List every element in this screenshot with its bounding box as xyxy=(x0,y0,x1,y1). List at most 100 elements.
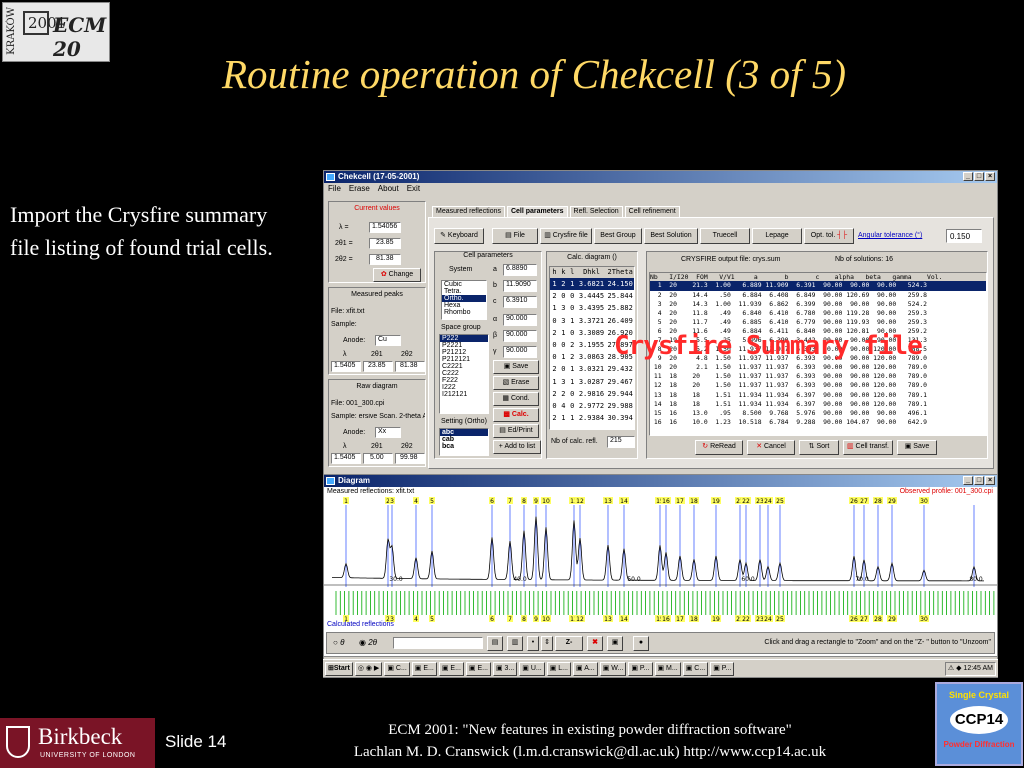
cell-transf-button[interactable]: ▥ Cell transf. xyxy=(843,440,893,455)
cancel-button[interactable]: ✕ Cancel xyxy=(747,440,795,455)
taskbar-item[interactable]: ▣ M... xyxy=(654,661,681,676)
theta1-input[interactable]: 23.85 xyxy=(369,238,401,249)
calc-row[interactable]: 2 2 0 2.9816 29.944 xyxy=(550,388,634,400)
reread-button[interactable]: ↻ ReRead xyxy=(695,440,743,455)
crysfire-row[interactable]: 5 20 11.7 .49 6.885 6.410 6.779 90.00 11… xyxy=(650,318,986,327)
minimize-icon[interactable]: _ xyxy=(963,172,973,181)
window-titlebar[interactable]: Chekcell (17-05-2001) _ □ × xyxy=(324,171,997,183)
diagram-titlebar[interactable]: Diagram _ □ × xyxy=(324,475,997,487)
system-option[interactable]: Cubic xyxy=(442,281,486,288)
maximize-icon[interactable]: □ xyxy=(974,476,984,485)
taskbar-item[interactable]: ▣ C... xyxy=(682,661,709,676)
print-icon[interactable]: ▣ xyxy=(607,636,623,651)
menu-file[interactable]: File xyxy=(328,183,341,194)
calc-row[interactable]: 2 0 0 3.4445 25.844 xyxy=(550,290,634,302)
calc-row[interactable]: 0 3 1 3.3721 26.409 xyxy=(550,315,634,327)
alpha-input[interactable]: 90.000 xyxy=(503,314,537,326)
delete-icon[interactable]: ✖ xyxy=(587,636,603,651)
system-option-selected[interactable]: Ortho. xyxy=(442,295,486,302)
beta-input[interactable]: 90.000 xyxy=(503,330,537,342)
start-button[interactable]: ⊞Start xyxy=(325,661,353,676)
crysfire-row[interactable]: 12 18 20 1.50 11.937 11.937 6.393 90.00 … xyxy=(650,381,986,390)
maximize-icon[interactable]: □ xyxy=(974,172,984,181)
setting-option[interactable]: cab xyxy=(440,436,488,443)
calc-row[interactable]: 1 2 1 3.6821 24.150 xyxy=(550,278,634,291)
system-option[interactable]: Hexa xyxy=(442,302,486,309)
menu-exit[interactable]: Exit xyxy=(407,183,420,194)
diffraction-plot[interactable]: 30.0 40.0 50.0 60.0 70.0 80.01122334455667788… xyxy=(324,497,997,625)
crysfire-row[interactable]: 14 18 18 1.51 11.934 11.934 6.397 90.00 … xyxy=(650,400,986,409)
crysfire-row[interactable]: 16 16 10.0 1.23 10.518 6.784 9.288 90.00… xyxy=(650,418,986,427)
space-group-option[interactable]: P2221 xyxy=(440,342,488,349)
gamma-input[interactable]: 90.000 xyxy=(503,346,537,358)
taskbar-item[interactable]: ▣ P... xyxy=(710,661,735,676)
taskbar-item[interactable]: ▣ E... xyxy=(438,661,464,676)
lambda-input[interactable]: 1.54056 xyxy=(369,222,401,233)
two-theta-radio[interactable]: ◉ 2θ xyxy=(359,638,377,647)
setting-list[interactable]: abc cab bca xyxy=(439,428,489,456)
close-icon[interactable]: × xyxy=(985,172,995,181)
calc-row[interactable]: 0 4 0 2.9772 29.988 xyxy=(550,400,634,412)
close-icon[interactable]: × xyxy=(985,476,995,485)
tab-refl-selection[interactable]: Refl. Selection xyxy=(569,206,623,217)
space-group-list[interactable]: P222 P2221 P21212 P212121 C2221 C222 F22… xyxy=(439,334,489,414)
taskbar-item[interactable]: ▣ E... xyxy=(465,661,491,676)
crysfire-row[interactable]: 10 20 2.1 1.50 11.937 11.937 6.393 90.00… xyxy=(650,363,986,372)
unzoom-button[interactable]: Z- xyxy=(555,636,583,651)
truecell-button[interactable]: Truecell xyxy=(700,228,750,244)
space-group-option[interactable]: C222 xyxy=(440,370,488,377)
space-group-option-selected[interactable]: P222 xyxy=(440,335,488,342)
record-icon[interactable]: ● xyxy=(633,636,649,651)
taskbar-item[interactable]: ▣ W... xyxy=(599,661,627,676)
cond-button[interactable]: ▦ Cond. xyxy=(493,392,539,406)
change-button[interactable]: ✿ Change xyxy=(373,268,421,282)
calc-row[interactable]: 1 3 1 3.0287 29.467 xyxy=(550,376,634,388)
open-icon[interactable]: ▤ xyxy=(487,636,503,651)
space-group-option[interactable]: P212121 xyxy=(440,356,488,363)
updown-icon[interactable]: ⇕ xyxy=(541,636,553,651)
system-list[interactable]: Cubic Tetra. Ortho. Hexa Rhombo xyxy=(441,280,487,320)
crysfire-save-button[interactable]: ▣ Save xyxy=(897,440,937,455)
angular-tolerance-input[interactable]: 0.150 xyxy=(946,229,982,243)
crysfire-row[interactable]: 3 20 14.3 1.00 11.939 6.862 6.399 90.00 … xyxy=(650,300,986,309)
taskbar-item[interactable]: ▣ E... xyxy=(411,661,437,676)
taskbar-item[interactable]: ▣ L... xyxy=(546,661,572,676)
best-solution-button[interactable]: Best Solution xyxy=(644,228,698,244)
best-group-button[interactable]: Best Group xyxy=(594,228,642,244)
calc-row[interactable]: 2 1 1 2.9384 30.394 xyxy=(550,412,634,424)
a-input[interactable]: 6.8890 xyxy=(503,264,537,276)
crysfire-row[interactable]: 15 16 13.0 .95 8.500 9.768 5.976 90.00 9… xyxy=(650,409,986,418)
space-group-option[interactable]: P21212 xyxy=(440,349,488,356)
space-group-option[interactable]: C2221 xyxy=(440,363,488,370)
quicklaunch-icons[interactable]: ◎ ◉ ▶ xyxy=(354,661,383,676)
calc-button[interactable]: ▩ Calc. xyxy=(493,408,539,422)
system-option[interactable]: Rhombo xyxy=(442,309,486,316)
add-to-list-button[interactable]: + Add to list xyxy=(493,440,541,454)
tab-measured-reflections[interactable]: Measured reflections xyxy=(432,206,505,217)
space-group-option[interactable]: I212121 xyxy=(440,391,488,398)
lepage-button[interactable]: Lepage xyxy=(752,228,802,244)
calc-row[interactable]: 1 3 0 3.4395 25.882 xyxy=(550,302,634,314)
minimize-icon[interactable]: _ xyxy=(963,476,973,485)
system-option[interactable]: Tetra. xyxy=(442,288,486,295)
menu-erase[interactable]: Erase xyxy=(349,183,370,194)
space-group-option[interactable]: F222 xyxy=(440,377,488,384)
setting-option-selected[interactable]: abc xyxy=(440,429,488,436)
folder-icon[interactable]: ▥ xyxy=(507,636,523,651)
opt-tol-button[interactable]: Opt. tol. ┤├ xyxy=(804,228,854,244)
taskbar-item[interactable]: ▣ C... xyxy=(384,661,410,676)
taskbar-item[interactable]: ▣ U... xyxy=(519,661,545,676)
save-params-button[interactable]: ▣ Save xyxy=(493,360,539,374)
crysfire-file-button[interactable]: ▥ Crysfire file xyxy=(540,228,592,244)
taskbar-item[interactable]: ▣ P... xyxy=(628,661,653,676)
space-group-option[interactable]: I222 xyxy=(440,384,488,391)
erase-params-button[interactable]: ▧ Erase xyxy=(493,376,539,390)
menu-about[interactable]: About xyxy=(378,183,399,194)
c-input[interactable]: 6.3910 xyxy=(503,296,537,308)
file-button[interactable]: ▤ File xyxy=(492,228,538,244)
crysfire-row[interactable]: 1 20 21.3 1.00 6.889 11.909 6.391 90.00 … xyxy=(650,281,986,291)
keyboard-button[interactable]: ✎ Keyboard xyxy=(434,228,484,244)
crysfire-row[interactable]: 4 20 11.8 .49 6.840 6.410 6.780 90.00 11… xyxy=(650,309,986,318)
tab-cell-parameters[interactable]: Cell parameters xyxy=(506,206,568,217)
tab-cell-refinement[interactable]: Cell refinement xyxy=(624,206,680,217)
